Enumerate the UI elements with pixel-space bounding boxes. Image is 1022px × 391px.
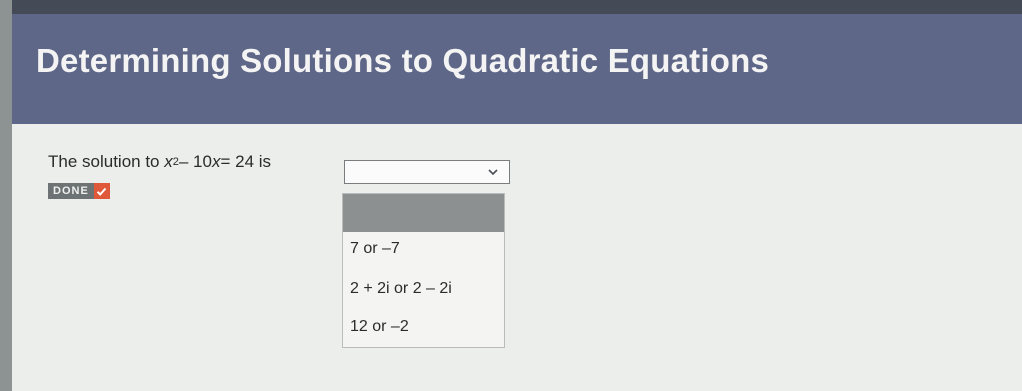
done-badge: DONE (48, 183, 110, 199)
checkmark-icon (97, 187, 107, 196)
dropdown-option-3[interactable]: 12 or –2 (350, 318, 409, 336)
question-suffix: = 24 is (220, 152, 272, 171)
dropdown-menu: 7 or –7 2 + 2i or 2 – 2i 12 or –2 (342, 193, 505, 348)
chevron-down-icon (488, 169, 498, 176)
top-strip (12, 0, 1022, 14)
done-label: DONE (48, 183, 94, 199)
question-middle: – 10 (178, 152, 212, 171)
left-edge (0, 0, 12, 391)
dropdown-option-1[interactable]: 7 or –7 (350, 240, 400, 258)
dropdown-option-2[interactable]: 2 + 2i or 2 – 2i (350, 280, 452, 298)
question-text: The solution to x2 – 10 x = 24 is (48, 152, 271, 172)
done-check (93, 183, 110, 199)
answer-dropdown[interactable] (344, 160, 510, 184)
question-variable-2: x (211, 152, 221, 171)
question-prefix: The solution to (48, 152, 160, 171)
question-variable: x (164, 152, 173, 171)
dropdown-option-blank[interactable] (343, 194, 504, 232)
page-title: Determining Solutions to Quadratic Equat… (36, 42, 770, 79)
